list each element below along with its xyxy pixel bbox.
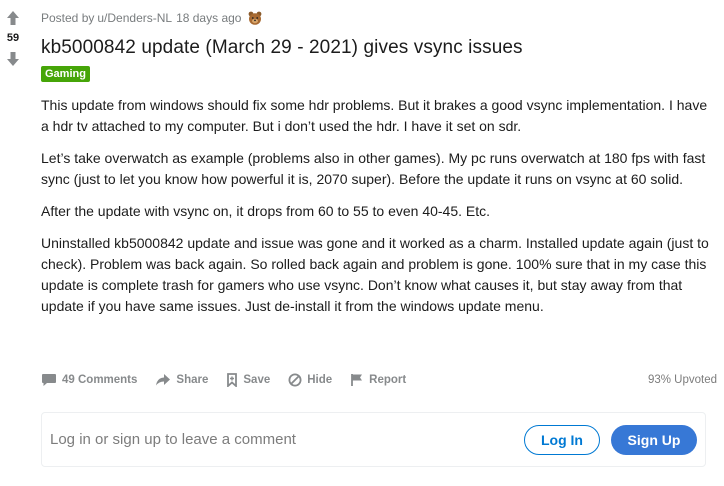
share-button[interactable]: Share	[155, 373, 208, 387]
hide-label: Hide	[307, 374, 333, 386]
auth-buttons: Log In Sign Up	[524, 424, 697, 455]
hide-button[interactable]: Hide	[288, 373, 332, 387]
share-icon	[156, 374, 171, 386]
post-paragraph: This update from windows should fix some…	[41, 97, 708, 134]
save-button[interactable]: Save	[226, 373, 270, 387]
post-paragraph: Let’s take overwatch as example (problem…	[41, 150, 706, 187]
post-paragraph: Uninstalled kb5000842 update and issue w…	[41, 235, 709, 314]
posted-by-prefix: Posted by	[41, 11, 95, 25]
comment-prompt-text: Log in or sign up to leave a comment	[50, 431, 296, 448]
post-time[interactable]: 18 days ago	[176, 11, 241, 25]
hide-icon	[288, 373, 302, 387]
comment-icon	[42, 374, 56, 386]
author-link[interactable]: u/Denders-NL	[97, 11, 172, 25]
post-actions-bar: 49 Comments Share Save Hide Report 93% U…	[41, 369, 717, 391]
report-button[interactable]: Report	[350, 373, 406, 387]
post-body: This update from windows should fix some…	[41, 95, 717, 317]
vote-count: 59	[6, 32, 20, 44]
comments-button[interactable]: 49 Comments	[41, 373, 137, 387]
post: Posted by u/Denders-NL 18 days ago kb500…	[41, 0, 721, 328]
save-label: Save	[243, 374, 271, 386]
upvote-ratio: 93% Upvoted	[647, 374, 717, 386]
comments-label: 49 Comments	[62, 374, 138, 386]
vote-column: 59	[0, 8, 26, 69]
post-paragraph: After the update with vsync on, it drops…	[41, 203, 491, 219]
post-flair[interactable]: Gaming	[41, 66, 90, 82]
downvote-arrow-icon[interactable]	[3, 49, 23, 69]
report-label: Report	[369, 374, 407, 386]
share-label: Share	[176, 374, 209, 386]
post-meta: Posted by u/Denders-NL 18 days ago	[41, 10, 721, 26]
signup-button[interactable]: Sign Up	[611, 424, 697, 455]
login-button[interactable]: Log In	[524, 424, 600, 455]
flag-icon	[351, 374, 363, 386]
upvote-arrow-icon[interactable]	[3, 8, 23, 28]
bear-award-icon[interactable]	[247, 10, 263, 26]
bookmark-icon	[227, 373, 238, 387]
comment-login-prompt: Log in or sign up to leave a comment Log…	[41, 412, 706, 467]
post-title[interactable]: kb5000842 update (March 29 - 2021) gives…	[41, 36, 721, 60]
